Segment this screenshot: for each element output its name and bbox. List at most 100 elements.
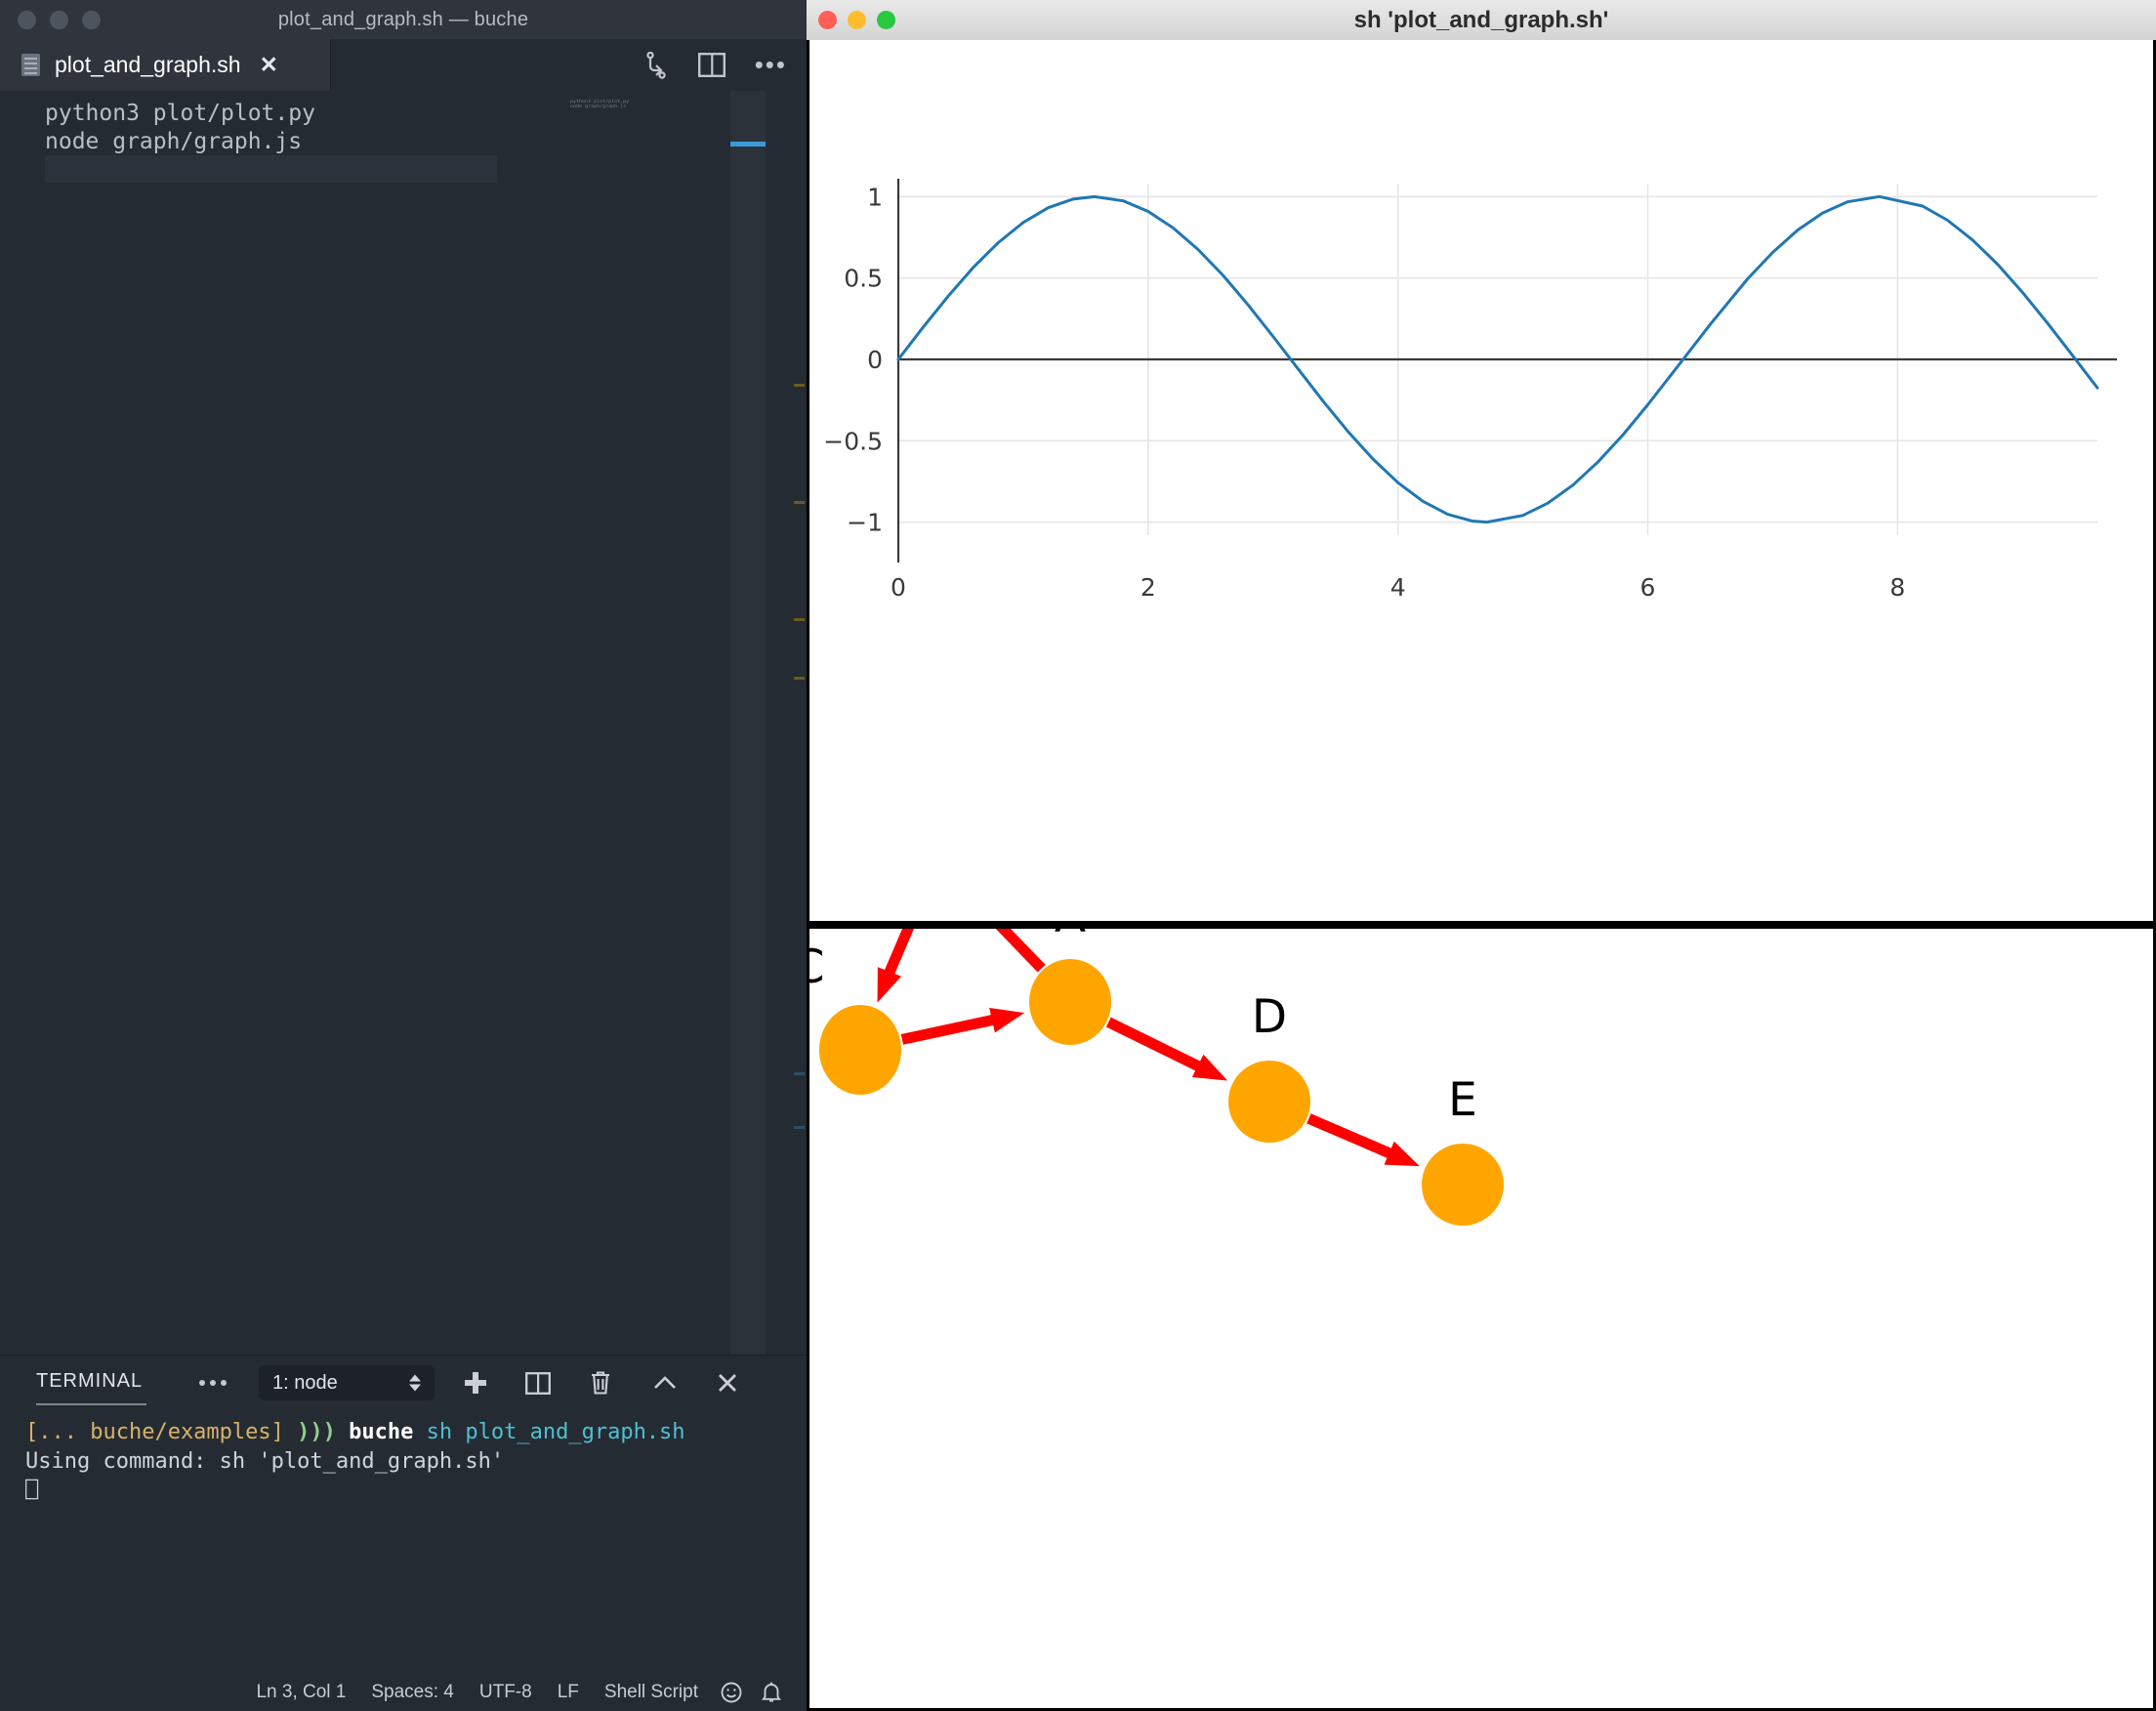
terminal-segment-plain: Using command: sh 'plot_and_graph.sh' <box>25 1449 504 1474</box>
terminal-line: [... buche/examples] ))) buche sh plot_a… <box>25 1418 795 1447</box>
app-window-title-bar: sh 'plot_and_graph.sh' <box>807 0 2156 41</box>
graph-arrowhead-A-D <box>1192 1055 1227 1081</box>
zoom-window-button[interactable] <box>82 11 101 29</box>
terminal-output[interactable]: [... buche/examples] ))) buche sh plot_a… <box>25 1418 795 1506</box>
graph-edge-A-B <box>987 929 1042 969</box>
terminal-line: ⎕ <box>25 1477 795 1506</box>
terminal-segment-cmdname: buche <box>349 1420 413 1444</box>
eol-sequence[interactable]: LF <box>545 1682 592 1703</box>
x-tick-label: 6 <box>1640 573 1656 602</box>
y-tick-label: 0 <box>867 346 883 374</box>
minimap-cursor-marker <box>730 142 766 146</box>
graph-edge-D-E <box>1308 1118 1394 1155</box>
close-tab-icon[interactable]: ✕ <box>260 52 278 78</box>
notifications-bell-icon[interactable] <box>752 1681 791 1704</box>
tab-terminal[interactable]: TERMINAL <box>36 1370 143 1393</box>
y-tick-label: −1 <box>847 509 883 537</box>
feedback-smiley-icon[interactable] <box>711 1681 752 1704</box>
terminal-more-icon[interactable] <box>191 1369 234 1397</box>
editor-window-controls[interactable] <box>18 11 101 29</box>
terminal-segment-path: [... buche/examples] <box>25 1420 297 1444</box>
terminal-instance-select[interactable]: 1: node <box>259 1365 435 1400</box>
graph-node-C[interactable] <box>819 1005 901 1095</box>
cursor-position[interactable]: Ln 3, Col 1 <box>243 1682 358 1703</box>
editor-scrollbar[interactable] <box>791 91 807 1355</box>
terminal-segment-plain <box>336 1420 349 1444</box>
graph-arrowhead-C-A <box>989 1008 1024 1032</box>
code-editor-window: plot_and_graph.sh — buche plot_and_graph… <box>0 0 807 1711</box>
graph-node-label-A: A <box>1055 929 1086 943</box>
tab-plot-and-graph-sh[interactable]: plot_and_graph.sh ✕ <box>0 39 331 91</box>
editor-window-title: plot_and_graph.sh — buche <box>0 0 807 39</box>
scrollbar-mark <box>794 1072 805 1075</box>
indentation[interactable]: Spaces: 4 <box>358 1682 467 1703</box>
graph-nodes <box>819 929 1504 1226</box>
graph-node-label-C: C <box>809 940 824 994</box>
graph-edge-B-C <box>888 929 922 978</box>
current-line-highlight <box>45 155 497 183</box>
editor-minimap[interactable]: python3 plot/plot.py node graph/graph.js <box>564 91 766 1355</box>
graph-labels: ABCDE <box>809 929 1477 1127</box>
scrollbar-mark <box>794 677 805 680</box>
status-bar: Ln 3, Col 1Spaces: 4UTF-8LFShell Script <box>0 1674 807 1711</box>
graph-node-label-D: D <box>1252 990 1287 1044</box>
app-window-controls[interactable] <box>818 11 895 29</box>
close-window-button[interactable] <box>18 11 36 29</box>
terminal-segment-cursor: ⎕ <box>25 1479 38 1503</box>
chevron-updown-icon <box>409 1375 421 1392</box>
maximize-panel-icon[interactable] <box>647 1365 683 1400</box>
minimap-text: python3 plot/plot.py node graph/graph.js <box>570 99 629 108</box>
y-tick-label: 0.5 <box>844 265 883 293</box>
graph-node-E[interactable] <box>1422 1144 1504 1226</box>
close-panel-icon[interactable] <box>710 1365 745 1400</box>
pane-divider <box>807 921 2156 929</box>
new-terminal-icon[interactable] <box>458 1365 493 1400</box>
scrollbar-mark <box>794 618 805 621</box>
toggle-panel-icon[interactable] <box>698 53 726 77</box>
graph-edge-C-A <box>902 1019 998 1039</box>
terminal-segment-plain <box>413 1420 426 1444</box>
more-actions-icon[interactable]: ••• <box>755 50 787 80</box>
terminal-segment-prompt: ))) <box>297 1420 336 1444</box>
y-tick-label: −0.5 <box>823 427 883 455</box>
sine-plot-pane: 02468−1−0.500.51 <box>807 40 2156 921</box>
minimap-slider[interactable] <box>730 91 766 1355</box>
network-graph-pane: ABCDE <box>807 929 2156 1711</box>
scrollbar-mark <box>794 384 805 387</box>
encoding[interactable]: UTF-8 <box>467 1682 545 1703</box>
language-mode[interactable]: Shell Script <box>592 1682 711 1703</box>
zoom-window-button[interactable] <box>877 11 895 29</box>
scrollbar-mark <box>794 501 805 504</box>
terminal-line: Using command: sh 'plot_and_graph.sh' <box>25 1447 795 1477</box>
graph-node-A[interactable] <box>1029 959 1111 1045</box>
editor-content-area[interactable]: python3 plot/plot.py node graph/graph.js… <box>0 91 807 1355</box>
terminal-segment-arg: sh plot_and_graph.sh <box>427 1420 685 1444</box>
x-tick-label: 2 <box>1140 573 1156 602</box>
x-tick-label: 4 <box>1390 573 1406 602</box>
plot-and-graph-window: sh 'plot_and_graph.sh' 02468−1−0.500.51 … <box>807 0 2156 1711</box>
terminal-instance-label: 1: node <box>272 1372 338 1395</box>
x-tick-label: 8 <box>1889 573 1905 602</box>
graph-edge-A-D <box>1108 1022 1203 1068</box>
sine-plot-figure: 02468−1−0.500.51 <box>809 40 2153 915</box>
graph-node-label-E: E <box>1448 1073 1477 1127</box>
graph-node-D[interactable] <box>1228 1061 1310 1143</box>
editor-tab-strip: plot_and_graph.sh ✕ <box>0 39 807 91</box>
tab-label: plot_and_graph.sh <box>55 52 241 78</box>
editor-actions: ••• <box>643 39 787 91</box>
source-code[interactable]: python3 plot/plot.py node graph/graph.js <box>45 100 315 155</box>
kill-terminal-icon[interactable] <box>583 1365 618 1400</box>
close-window-button[interactable] <box>818 11 837 29</box>
terminal-panel-header: TERMINAL 1: node <box>0 1356 807 1410</box>
x-tick-label: 0 <box>891 573 906 602</box>
split-terminal-icon[interactable] <box>520 1365 556 1400</box>
directed-graph-figure: ABCDE <box>809 929 2153 1705</box>
split-editor-vertical-icon[interactable] <box>643 52 669 79</box>
terminal-panel: TERMINAL 1: node <box>0 1355 807 1675</box>
minimize-window-button[interactable] <box>50 11 68 29</box>
graph-arrowhead-D-E <box>1385 1142 1420 1166</box>
tab-terminal-underline <box>36 1403 146 1405</box>
minimize-window-button[interactable] <box>848 11 866 29</box>
graph-arrowhead-B-C <box>878 967 902 1002</box>
app-window-title: sh 'plot_and_graph.sh' <box>807 0 2156 40</box>
